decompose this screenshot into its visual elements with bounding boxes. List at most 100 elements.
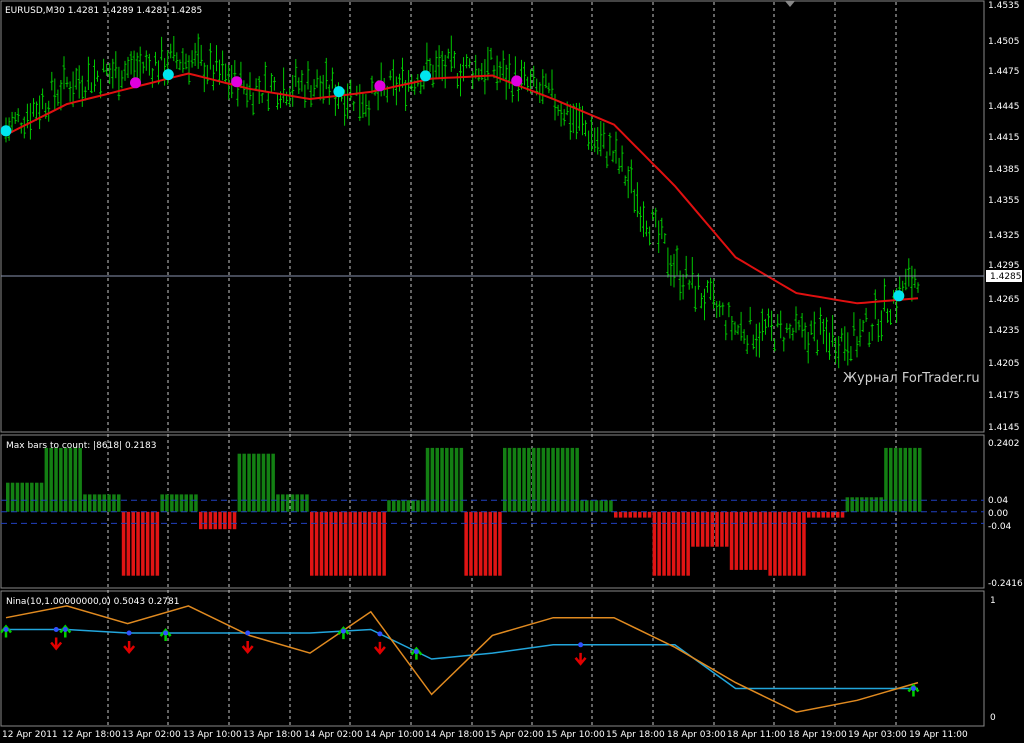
histogram-bar xyxy=(623,511,628,518)
histogram-bar xyxy=(319,511,324,576)
cross-dot xyxy=(3,627,9,632)
cross-dot xyxy=(62,627,68,632)
histogram-bar xyxy=(339,511,343,576)
x-tick: 18 Apr 11:00 xyxy=(727,730,786,740)
histogram-bar xyxy=(503,447,507,512)
histogram-bar xyxy=(884,447,888,512)
x-tick: 14 Apr 10:00 xyxy=(365,730,424,740)
histogram-bar xyxy=(647,511,652,518)
y-tick: 1.4475 xyxy=(988,67,1020,77)
histogram-bar xyxy=(614,511,618,518)
histogram-bar xyxy=(324,511,328,576)
histogram-bar xyxy=(821,511,825,518)
cross-dot xyxy=(340,628,346,634)
histogram-bar xyxy=(92,494,97,512)
histogram-bar xyxy=(580,500,584,512)
histogram-bar xyxy=(131,511,135,576)
y-tick: -0.2416 xyxy=(988,579,1023,589)
histogram-bar xyxy=(758,511,763,570)
histogram-bar xyxy=(300,494,304,512)
x-tick: 13 Apr 18:00 xyxy=(243,730,302,740)
histogram-bar xyxy=(49,447,53,512)
histogram-bar xyxy=(421,500,425,512)
histogram-bar xyxy=(845,497,850,512)
y-tick: 1.4355 xyxy=(988,196,1020,206)
sell-signal-dot xyxy=(130,77,141,89)
y-tick: 0.04 xyxy=(988,496,1008,506)
histogram-bar xyxy=(271,453,275,512)
histogram-bar xyxy=(199,511,203,530)
histogram-bar xyxy=(565,447,570,512)
histogram-bar xyxy=(609,500,613,512)
chart-title: EURUSD,M30 1.4281 1.4289 1.4281 1.4285 xyxy=(5,6,202,16)
histogram-bar xyxy=(474,511,478,576)
cross-dot xyxy=(910,686,916,691)
histogram-bar xyxy=(218,511,222,530)
histogram-bar xyxy=(343,511,348,576)
histogram-bar xyxy=(285,494,290,512)
histogram-bar xyxy=(445,447,449,512)
histogram-bar xyxy=(112,494,116,512)
histogram-bar xyxy=(228,511,232,530)
histogram-bar xyxy=(696,511,700,547)
histogram-bar xyxy=(618,511,623,518)
histogram-bar xyxy=(392,500,396,512)
cross-dot xyxy=(245,630,251,636)
x-tick: 19 Apr 11:00 xyxy=(909,730,968,740)
x-tick: 12 Apr 2011 xyxy=(2,730,58,740)
histogram-bar xyxy=(778,511,782,576)
histogram-bar xyxy=(797,511,801,576)
histogram-bar xyxy=(310,511,314,576)
nina-title: Nina(10,1.00000000,0) 0.5043 0.2781 xyxy=(6,597,179,607)
buy-signal-dot xyxy=(0,125,12,137)
histogram-bar xyxy=(918,447,922,512)
histogram-bar xyxy=(15,482,20,512)
histogram-bar xyxy=(411,500,415,512)
histogram-bar xyxy=(165,494,169,512)
y-tick: 1.4325 xyxy=(988,231,1020,241)
histogram-bar xyxy=(782,511,787,576)
y-tick: 1.4445 xyxy=(988,102,1020,112)
histogram-bar xyxy=(657,511,661,576)
histogram-bar xyxy=(266,453,271,512)
histogram-bar xyxy=(498,511,502,576)
watermark: Журнал ForTrader.ru xyxy=(843,371,980,386)
y-tick: 1.4295 xyxy=(988,261,1020,271)
histogram-bar xyxy=(252,453,256,512)
histogram-bar xyxy=(459,447,464,512)
histogram-bar xyxy=(739,511,743,570)
histogram-bar xyxy=(401,500,406,512)
x-tick: 13 Apr 10:00 xyxy=(183,730,242,740)
histogram-bar xyxy=(184,494,188,512)
histogram-bar xyxy=(807,511,811,518)
histogram-bar xyxy=(811,511,816,518)
y-tick: 1.4385 xyxy=(988,165,1020,175)
current-price-label: 1.4285 xyxy=(990,272,1022,282)
histogram-bar xyxy=(367,511,372,576)
histogram-bar xyxy=(652,511,657,576)
histogram-bar xyxy=(160,494,164,512)
histogram-bar xyxy=(223,511,227,530)
histogram-bar xyxy=(869,497,874,512)
histogram-bar xyxy=(541,447,546,512)
histogram-bar xyxy=(314,511,319,576)
histogram-bar xyxy=(155,511,160,576)
histogram-bar xyxy=(276,494,280,512)
histogram-bar xyxy=(638,511,642,518)
x-tick: 19 Apr 03:00 xyxy=(848,730,907,740)
histogram-bar xyxy=(681,511,686,576)
histogram-bar xyxy=(348,511,353,576)
buy-signal-dot xyxy=(420,70,431,82)
histogram-bar xyxy=(73,447,78,512)
histogram-bar xyxy=(295,494,299,512)
buy-signal-dot xyxy=(893,290,905,302)
histogram-bar xyxy=(768,511,772,576)
histogram-bar xyxy=(643,511,647,518)
histogram-bar xyxy=(334,511,338,576)
x-tick: 15 Apr 02:00 xyxy=(485,730,544,740)
histogram-bar xyxy=(256,453,261,512)
histogram-bar xyxy=(744,511,748,570)
x-tick: 12 Apr 18:00 xyxy=(62,730,121,740)
histogram-bar xyxy=(628,511,632,518)
histogram-bar xyxy=(30,482,34,512)
